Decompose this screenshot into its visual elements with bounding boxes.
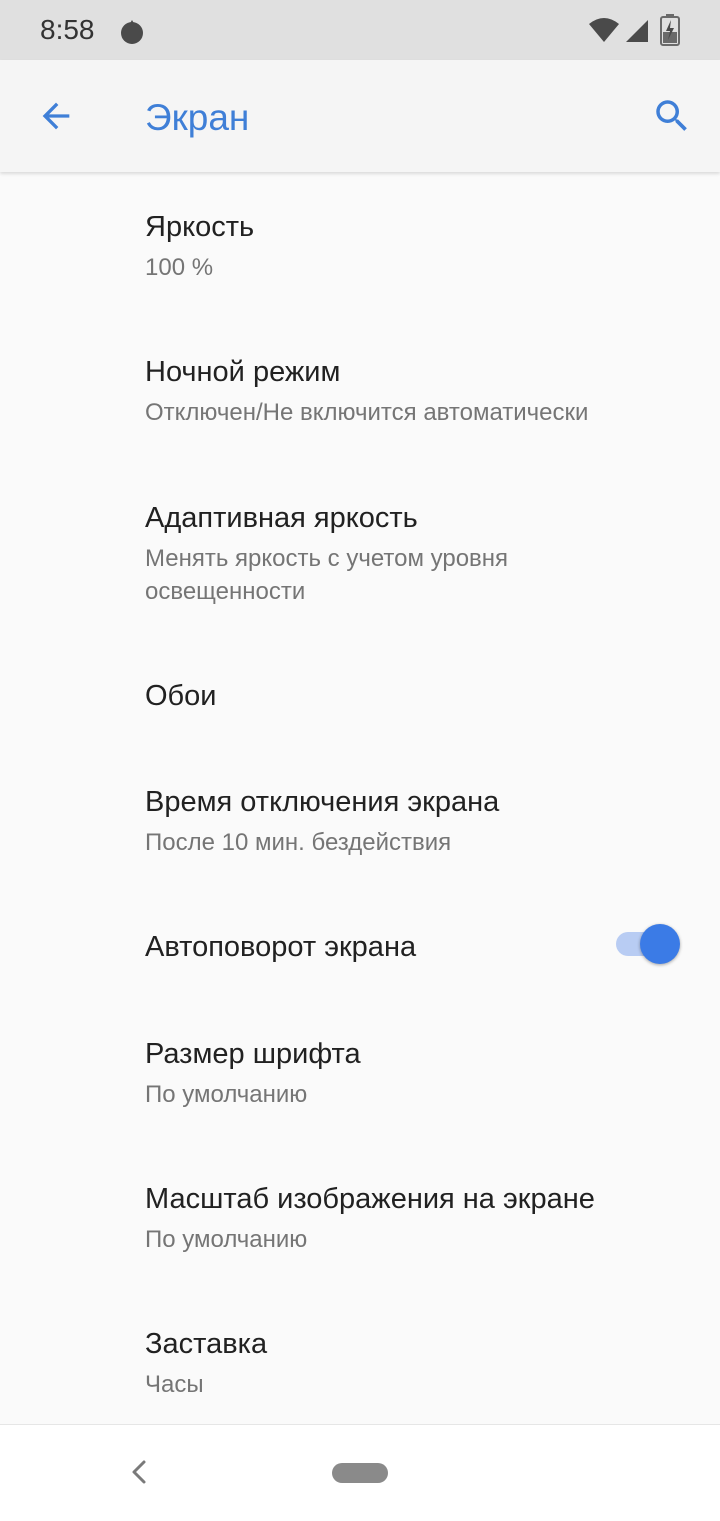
setting-summary: 100 % — [145, 254, 214, 281]
nav-back-icon[interactable] — [126, 1457, 152, 1487]
nav-home-pill[interactable] — [332, 1463, 388, 1483]
setting-summary: Менять яркость с учетом уровня освещенно… — [145, 545, 509, 605]
setting-title: Масштаб изображения на экране — [145, 1183, 595, 1215]
signal-icon — [626, 20, 648, 42]
setting-title: Адаптивная яркость — [145, 502, 418, 534]
setting-brightness[interactable]: Яркость 100 % — [0, 172, 720, 318]
setting-wallpaper[interactable]: Обои — [0, 644, 720, 750]
setting-screensaver[interactable]: Заставка Часы — [0, 1298, 720, 1424]
setting-title: Время отключения экрана — [145, 786, 500, 818]
setting-screen-timeout[interactable]: Время отключения экрана После 10 мин. бе… — [0, 750, 720, 896]
setting-display-size[interactable]: Масштаб изображения на экране По умолчан… — [0, 1152, 720, 1298]
app-bar: Экран — [0, 60, 720, 172]
setting-title: Ночной режим — [145, 356, 341, 388]
search-button[interactable] — [644, 88, 700, 144]
setting-summary: После 10 мин. бездействия — [145, 829, 452, 856]
back-button[interactable] — [28, 88, 84, 144]
setting-summary: По умолчанию — [145, 1081, 308, 1108]
status-bar: 8:58 — [0, 0, 720, 60]
setting-title: Яркость — [145, 211, 255, 243]
setting-adaptive-brightness[interactable]: Адаптивная яркость Менять яркость с учет… — [0, 464, 720, 644]
setting-summary: Отключен/Не включится автоматически — [145, 399, 589, 426]
setting-title: Автоповорот экрана — [145, 931, 417, 963]
setting-font-size[interactable]: Размер шрифта По умолчанию — [0, 1006, 720, 1152]
wifi-icon — [589, 18, 619, 42]
setting-summary: Часы — [145, 1371, 204, 1398]
toggle-thumb — [640, 924, 680, 964]
auto-rotate-toggle[interactable] — [614, 924, 684, 964]
search-icon — [656, 100, 687, 131]
status-time: 8:58 — [40, 14, 95, 45]
app-notification-icon — [121, 20, 143, 44]
setting-title: Заставка — [145, 1328, 268, 1360]
page-title: Экран — [145, 97, 250, 138]
setting-title: Обои — [145, 680, 217, 712]
setting-title: Размер шрифта — [145, 1038, 361, 1070]
setting-auto-rotate[interactable]: Автоповорот экрана — [0, 896, 720, 1006]
battery-icon — [660, 14, 680, 46]
setting-summary: По умолчанию — [145, 1226, 308, 1253]
navigation-bar — [0, 1424, 720, 1521]
setting-night-mode[interactable]: Ночной режим Отключен/Не включится автом… — [0, 318, 720, 464]
arrow-back-icon — [42, 102, 70, 130]
